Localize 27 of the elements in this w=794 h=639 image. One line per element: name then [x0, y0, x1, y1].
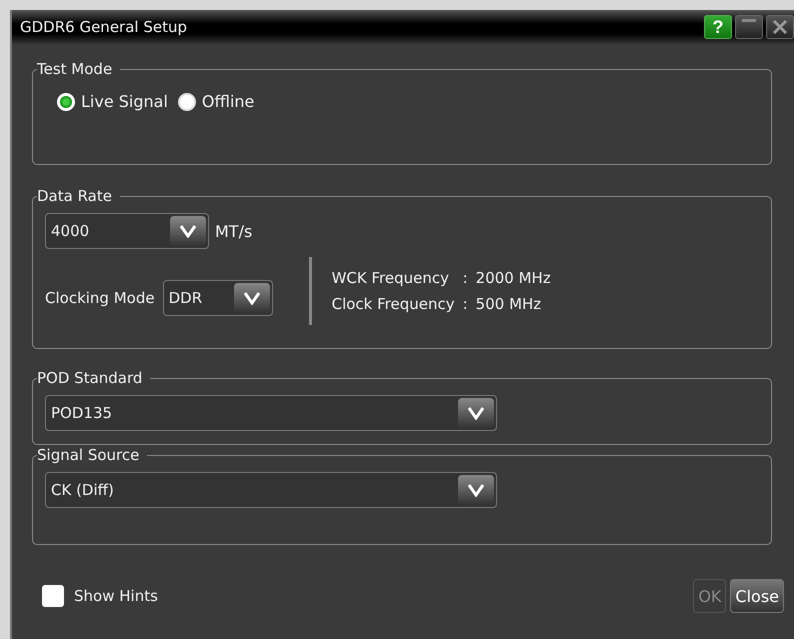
- info-label: Clock Frequency: [332, 295, 455, 313]
- show-hints-checkbox[interactable]: Show Hints: [42, 585, 158, 607]
- group-label: Data Rate: [37, 187, 113, 205]
- info-value: 500 MHz: [476, 295, 542, 313]
- radio-option[interactable]: Live Signal: [57, 92, 168, 111]
- dropdown-field[interactable]: POD135: [45, 395, 497, 431]
- minimize-button[interactable]: [735, 15, 763, 39]
- group-label: Test Mode: [37, 60, 114, 78]
- separator-text: :: [462, 295, 468, 313]
- window-close-button[interactable]: [766, 15, 794, 39]
- info-label: WCK Frequency: [332, 269, 450, 287]
- group-label: Signal Source: [37, 446, 140, 464]
- help-button[interactable]: ?: [704, 15, 732, 39]
- dialog-button[interactable]: Close: [730, 579, 784, 613]
- radio-icon[interactable]: [178, 92, 196, 110]
- radio-option[interactable]: Offline: [178, 92, 254, 111]
- group-label: POD Standard: [37, 369, 144, 387]
- close-icon: [772, 19, 788, 35]
- field-label: Clocking Mode: [45, 289, 155, 307]
- dropdown-field[interactable]: DDR: [162, 280, 273, 316]
- unit-label: MT/s: [215, 222, 252, 240]
- checkbox-icon[interactable]: [42, 585, 64, 607]
- window-title: GDDR6 General Setup: [20, 18, 188, 36]
- dropdown-field[interactable]: 4000: [45, 213, 209, 249]
- info-value: 2000 MHz: [476, 269, 551, 287]
- separator-text: :: [462, 269, 468, 287]
- dropdown-field[interactable]: CK (Diff): [45, 472, 497, 508]
